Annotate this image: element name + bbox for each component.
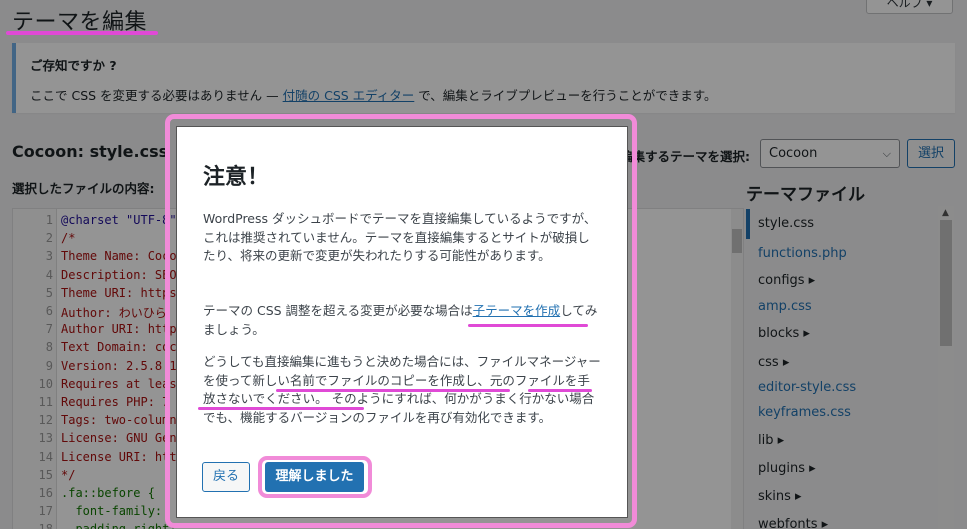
highlight-underline <box>468 324 588 327</box>
create-child-theme-link[interactable]: 子テーマを作成 <box>473 303 561 318</box>
understood-button[interactable]: 理解しました <box>265 462 364 492</box>
dialog-paragraph-1: WordPress ダッシュボードでテーマを直接編集しているようですが、これは推… <box>203 211 597 263</box>
back-button[interactable]: 戻る <box>202 462 250 492</box>
dialog-p2-before: テーマの CSS 調整を超える変更が必要な場合は <box>203 303 473 318</box>
dialog-paragraph-2: テーマの CSS 調整を超える変更が必要な場合は子テーマを作成してみましょう。 <box>203 302 601 339</box>
highlight-underline <box>198 407 364 410</box>
dialog-title: 注意！ <box>203 165 270 190</box>
highlight-underline <box>276 389 510 392</box>
highlight-underline <box>528 389 592 392</box>
title-highlight-underline <box>6 31 158 35</box>
warning-dialog: 注意！ WordPress ダッシュボードでテーマを直接編集しているようですが、… <box>176 126 628 518</box>
